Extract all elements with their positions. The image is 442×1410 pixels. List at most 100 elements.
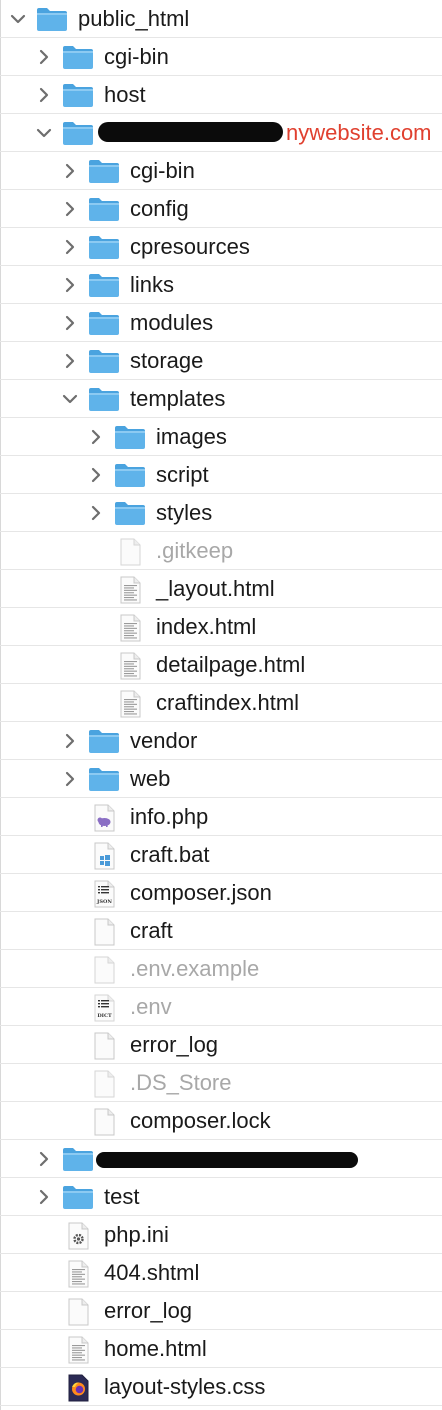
chevron-right-icon[interactable]: [60, 769, 80, 789]
file-row-info-php[interactable]: info.php: [0, 798, 442, 836]
file-row-error-log[interactable]: error_log: [0, 1292, 442, 1330]
chevron-right-icon[interactable]: [34, 1149, 54, 1169]
file-row-composer-json[interactable]: JSON composer.json: [0, 874, 442, 912]
item-label: composer.json: [130, 880, 272, 905]
item-label: cgi-bin: [130, 158, 195, 183]
folder-row-modules[interactable]: modules: [0, 304, 442, 342]
item-label: craftindex.html: [156, 690, 300, 715]
file-row-composer-lock[interactable]: composer.lock: [0, 1102, 442, 1140]
folder-icon: [88, 348, 120, 374]
blank-file-icon: [114, 538, 146, 566]
folder-icon: [114, 500, 146, 526]
item-label: .env.example: [130, 956, 260, 981]
item-label: composer.lock: [130, 1108, 271, 1133]
folder-icon: [62, 120, 94, 146]
item-label: links: [130, 272, 175, 297]
folder-icon: [88, 728, 120, 754]
chevron-right-icon[interactable]: [34, 47, 54, 67]
file-row-craft-bat[interactable]: craft.bat: [0, 836, 442, 874]
item-label: .env: [130, 994, 172, 1019]
item-label: info.php: [130, 804, 209, 829]
chevron-right-icon[interactable]: [34, 1187, 54, 1207]
file-tree: public_html cgi-bin host nywebsite.com cgi-b…: [0, 0, 442, 1410]
item-label: test: [104, 1184, 140, 1209]
item-label: error_log: [104, 1298, 193, 1323]
folder-icon: [88, 234, 120, 260]
item-label: host: [104, 82, 146, 107]
folder-row-links[interactable]: links: [0, 266, 442, 304]
folder-row-cgi-bin[interactable]: cgi-bin: [0, 38, 442, 76]
folder-row-vendor[interactable]: vendor: [0, 722, 442, 760]
folder-row-script[interactable]: script: [0, 456, 442, 494]
chevron-right-icon[interactable]: [86, 465, 106, 485]
item-label: craft.bat: [130, 842, 210, 867]
chevron-right-icon[interactable]: [86, 503, 106, 523]
folder-row-storage[interactable]: storage: [0, 342, 442, 380]
file-row-404-shtml[interactable]: 404.shtml: [0, 1254, 442, 1292]
settings-file-icon: [62, 1222, 94, 1250]
item-label: vendor: [130, 728, 198, 753]
chevron-right-icon[interactable]: [60, 237, 80, 257]
file-row-gitkeep[interactable]: .gitkeep: [0, 532, 442, 570]
file-row-layout-html[interactable]: _layout.html: [0, 570, 442, 608]
folder-row-host[interactable]: host: [0, 76, 442, 114]
blank-file-icon: [88, 956, 120, 984]
chevron-right-icon[interactable]: [60, 731, 80, 751]
blank-file-icon: [88, 1032, 120, 1060]
folder-icon: [114, 424, 146, 450]
blank-file-icon: [88, 1070, 120, 1098]
svg-text:JSON: JSON: [96, 899, 112, 905]
file-row-index-html[interactable]: index.html: [0, 608, 442, 646]
html-file-icon: [62, 1336, 94, 1364]
chevron-right-icon[interactable]: [60, 313, 80, 333]
item-label: home.html: [104, 1336, 207, 1361]
folder-icon: [88, 310, 120, 336]
folder-row-public-html[interactable]: public_html: [0, 0, 442, 38]
redaction-mark: [96, 1152, 358, 1168]
folder-row-templates[interactable]: templates: [0, 380, 442, 418]
folder-icon: [88, 196, 120, 222]
chevron-right-icon[interactable]: [34, 85, 54, 105]
file-row-env[interactable]: DICT .env: [0, 988, 442, 1026]
file-row-env-example[interactable]: .env.example: [0, 950, 442, 988]
item-label: craft: [130, 918, 173, 943]
item-label: templates: [130, 386, 226, 411]
file-row-error-log[interactable]: error_log: [0, 1026, 442, 1064]
file-row-php-ini[interactable]: php.ini: [0, 1216, 442, 1254]
chevron-right-icon[interactable]: [86, 427, 106, 447]
item-label: config: [130, 196, 189, 221]
chevron-down-icon[interactable]: [60, 389, 80, 409]
chevron-right-icon[interactable]: [60, 275, 80, 295]
windows-file-icon: [88, 842, 120, 870]
file-row-layout-styles-css[interactable]: layout-styles.css: [0, 1368, 442, 1406]
chevron-down-icon[interactable]: [8, 9, 28, 29]
chevron-right-icon[interactable]: [60, 199, 80, 219]
item-label: _layout.html: [156, 576, 275, 601]
html-file-icon: [114, 614, 146, 642]
file-row-ds-store[interactable]: .DS_Store: [0, 1064, 442, 1102]
chevron-right-icon[interactable]: [60, 161, 80, 181]
folder-row-test[interactable]: test: [0, 1178, 442, 1216]
folder-row-redacted-folder[interactable]: [0, 1140, 442, 1178]
folder-row-nywebsite-com[interactable]: nywebsite.com: [0, 114, 442, 152]
svg-text:DICT: DICT: [97, 1013, 112, 1019]
folder-row-styles[interactable]: styles: [0, 494, 442, 532]
chevron-right-icon[interactable]: [60, 351, 80, 371]
folder-row-config[interactable]: config: [0, 190, 442, 228]
folder-row-cpresources[interactable]: cpresources: [0, 228, 442, 266]
file-row-home-html[interactable]: home.html: [0, 1330, 442, 1368]
chevron-down-icon[interactable]: [34, 123, 54, 143]
folder-row-images[interactable]: images: [0, 418, 442, 456]
file-row-detailpage-html[interactable]: detailpage.html: [0, 646, 442, 684]
item-label: storage: [130, 348, 204, 373]
item-label: .gitkeep: [156, 538, 234, 563]
folder-row-cgi-bin[interactable]: cgi-bin: [0, 152, 442, 190]
blank-file-icon: [62, 1298, 94, 1326]
file-row-craftindex-html[interactable]: craftindex.html: [0, 684, 442, 722]
file-row-craft[interactable]: craft: [0, 912, 442, 950]
item-label: cpresources: [130, 234, 250, 259]
folder-icon: [36, 6, 68, 32]
folder-row-web[interactable]: web: [0, 760, 442, 798]
item-label: error_log: [130, 1032, 219, 1057]
blank-file-icon: [88, 1108, 120, 1136]
